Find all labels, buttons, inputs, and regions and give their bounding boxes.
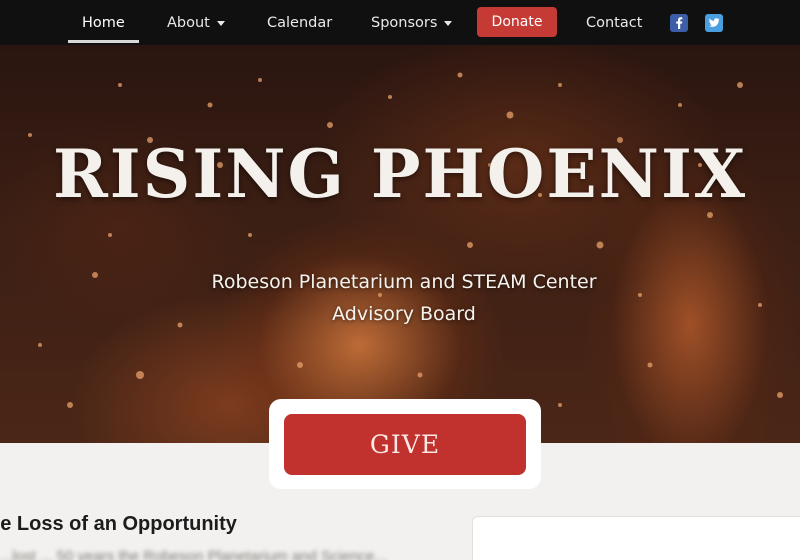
nav-calendar[interactable]: Calendar: [267, 0, 332, 45]
donate-button[interactable]: Donate: [477, 7, 557, 37]
twitter-icon[interactable]: [705, 14, 723, 32]
section-body-preview: ...lost ... 50 years the Robeson Planeta…: [0, 548, 387, 560]
ember-particles: [28, 72, 783, 408]
top-nav: Home About Calendar Sponsors Donate Cont…: [0, 0, 800, 45]
nav-sponsors[interactable]: Sponsors: [371, 0, 453, 45]
donate-label: Donate: [491, 14, 543, 30]
nav-contact-label: Contact: [586, 14, 643, 31]
nav-about[interactable]: About: [167, 0, 225, 45]
side-card: [472, 516, 800, 560]
give-card: GIVE: [269, 399, 541, 489]
hero-subtitle-line2: Advisory Board: [332, 303, 476, 325]
nav-home-label: Home: [82, 14, 125, 31]
chevron-down-icon: [444, 20, 453, 26]
nav-calendar-label: Calendar: [267, 14, 333, 31]
give-label: GIVE: [369, 430, 441, 459]
nav-contact[interactable]: Contact: [586, 0, 642, 45]
nav-sponsors-label: Sponsors: [371, 14, 438, 31]
nav-about-label: About: [167, 14, 210, 31]
hero-banner: RISING PHOENIX Robeson Planetarium and S…: [0, 45, 800, 443]
facebook-icon[interactable]: [670, 14, 688, 32]
give-button[interactable]: GIVE: [284, 414, 526, 475]
chevron-down-icon: [216, 20, 225, 26]
section-heading: he Loss of an Opportunity: [0, 513, 237, 535]
hero-title: RISING PHOENIX: [52, 135, 748, 213]
nav-home[interactable]: Home: [68, 0, 139, 45]
hero-subtitle-line1: Robeson Planetarium and STEAM Center: [211, 271, 597, 293]
hero-subtitle: Robeson Planetarium and STEAM Center Adv…: [0, 266, 800, 330]
